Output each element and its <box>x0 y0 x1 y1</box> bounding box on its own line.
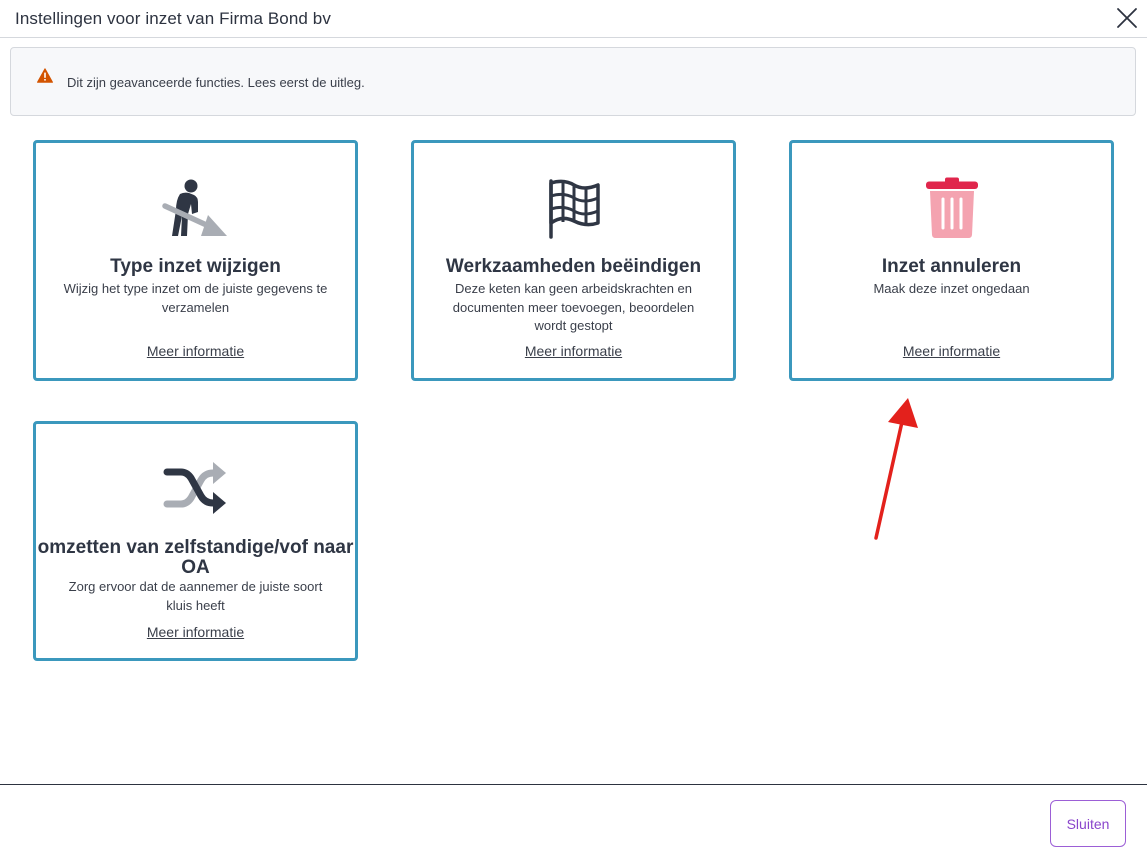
card-description: Wijzig het type inzet om de juiste gegev… <box>63 281 328 315</box>
settings-modal: Instellingen voor inzet van Firma Bond b… <box>0 0 1147 860</box>
more-info-link[interactable]: Meer informatie <box>792 343 1111 359</box>
warning-icon <box>37 68 53 83</box>
card-change-type[interactable]: Type inzet wijzigen Wijzig het type inze… <box>33 140 358 381</box>
close-icon[interactable] <box>1113 4 1141 32</box>
more-info-link[interactable]: Meer informatie <box>414 343 733 359</box>
card-description: Maak deze inzet ongedaan <box>873 281 1030 296</box>
annotation-arrow <box>860 392 930 547</box>
card-description: Zorg ervoor dat de aannemer de juiste so… <box>68 579 323 613</box>
card-cancel-deployment[interactable]: Inzet annuleren Maak deze inzet ongedaan… <box>789 140 1114 381</box>
card-description: Deze keten kan geen arbeidskrachten en d… <box>452 281 695 333</box>
card-title: Type inzet wijzigen <box>110 256 281 277</box>
card-title: Werkzaamheden beëindigen <box>445 256 702 277</box>
more-info-link[interactable]: Meer informatie <box>36 624 355 640</box>
card-title: omzetten van zelfstandige/vof naar OA <box>37 537 354 578</box>
modal-header: Instellingen voor inzet van Firma Bond b… <box>0 0 1147 38</box>
modal-title: Instellingen voor inzet van Firma Bond b… <box>15 9 331 28</box>
checkered-flag-icon <box>414 177 733 239</box>
shuffle-icon <box>36 460 355 516</box>
modal-footer: Sluiten <box>0 784 1147 860</box>
card-title: Inzet annuleren <box>881 256 1022 277</box>
more-info-link[interactable]: Meer informatie <box>36 343 355 359</box>
worker-shovel-icon <box>36 178 355 240</box>
close-button[interactable]: Sluiten <box>1050 800 1126 847</box>
card-end-work[interactable]: Werkzaamheden beëindigen Deze keten kan … <box>411 140 736 381</box>
warning-alert: Dit zijn geavanceerde functies. Lees eer… <box>10 47 1136 116</box>
card-convert-to-oa[interactable]: omzetten van zelfstandige/vof naar OA Zo… <box>33 421 358 661</box>
trash-icon <box>792 177 1111 239</box>
alert-text: Dit zijn geavanceerde functies. Lees eer… <box>67 75 365 90</box>
